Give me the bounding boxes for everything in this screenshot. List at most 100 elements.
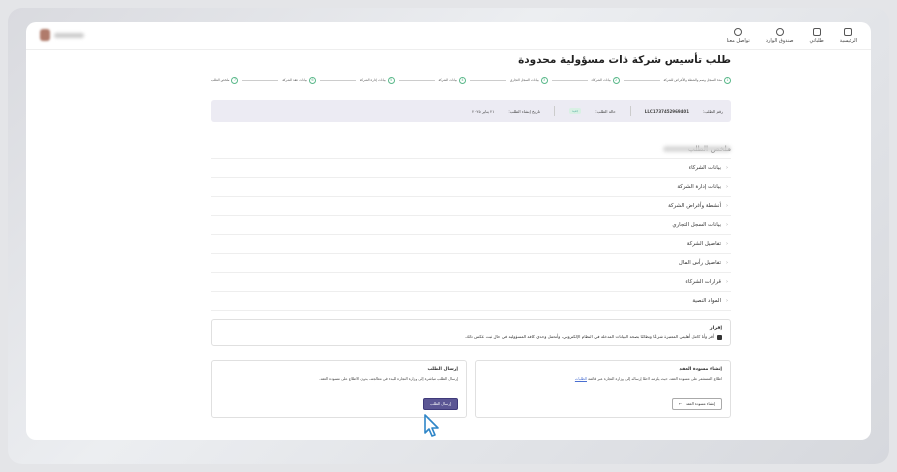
acknowledgement-title: إقرار	[709, 326, 722, 331]
top-nav: الرئيسية طلباتي صندوق الوارد تواصل معنا	[26, 22, 871, 50]
request-date: ٢١ يناير ٢٠٢٥	[472, 108, 495, 114]
acknowledgement-text: أقر وأنا كامل أهليتي المعتبرة شرعًا ونظا…	[464, 334, 714, 340]
page-title: طلب تأسيس شركة ذات مسؤولية محدودة	[518, 54, 731, 66]
accordion-label: تفاصيل الشركة	[686, 241, 721, 247]
accordion-item[interactable]: ‹ بيانات السجل التجاري	[211, 216, 731, 235]
nav-requests-label: طلباتي	[809, 37, 824, 44]
submit-card-text: إرسال الطلب مباشرة إلى وزارة التجارة للب…	[319, 377, 458, 382]
chevron-left-icon: ‹	[726, 222, 728, 228]
inbox-icon	[775, 27, 784, 36]
submit-card-title: إرسال الطلب	[427, 367, 458, 373]
divider	[554, 106, 556, 116]
action-cards: إنشاء مسودة العقد اطلاع المستثمر على مسو…	[211, 360, 731, 419]
chevron-left-icon: ‹	[726, 241, 728, 247]
home-icon	[844, 27, 853, 36]
acknowledgement-box: إقرار أقر وأنا كامل أهليتي المعتبرة شرعً…	[211, 319, 731, 347]
step-number: 6	[308, 76, 316, 84]
create-draft-button[interactable]: إنشاء مسودة العقد ←	[671, 398, 722, 411]
step-label: بيانات عقد الشركة	[282, 78, 307, 82]
chevron-left-icon: ‹	[726, 184, 728, 190]
step-4[interactable]: 4 بيانات الشركة	[438, 76, 466, 84]
divider	[629, 106, 631, 116]
accordion-label: بيانات إدارة الشركة	[677, 184, 721, 190]
accordion-label: بيانات السجل التجاري	[672, 222, 721, 228]
date-label: تاريخ إنشاء الطلب:	[508, 108, 541, 114]
user-area[interactable]	[40, 29, 84, 41]
status-label: حالة الطلب:	[595, 108, 616, 114]
accordion-item[interactable]: ‹ قرارات الشركاء	[211, 273, 731, 292]
draft-contract-card: إنشاء مسودة العقد اطلاع المستثمر على مسو…	[475, 360, 731, 419]
accordion-label: المواد النصية	[692, 298, 721, 304]
chevron-left-icon: ‹	[726, 298, 728, 304]
request-number-label: رقم الطلب:	[703, 108, 723, 114]
requests-link[interactable]: الطلبات	[575, 377, 587, 381]
step-number: 3	[540, 76, 548, 84]
nav-inbox-label: صندوق الوارد	[765, 37, 794, 44]
chat-icon	[734, 27, 743, 36]
step-connector	[551, 79, 588, 81]
step-number: 7	[231, 76, 239, 84]
accordion-item[interactable]: ‹ بيانات إدارة الشركة	[211, 178, 731, 197]
submit-request-card: إرسال الطلب إرسال الطلب مباشرة إلى وزارة…	[211, 360, 467, 419]
accordion-item[interactable]: ‹ المواد النصية	[211, 292, 731, 311]
chevron-left-icon: ‹	[726, 203, 728, 209]
chevron-left-icon: ‹	[726, 260, 728, 266]
chevron-left-icon: ‹	[726, 279, 728, 285]
step-connector	[398, 79, 435, 81]
draft-card-text: اطلاع المستثمر على مسودة العقد، حيث يلزم…	[588, 377, 722, 382]
mouse-cursor-icon	[424, 414, 439, 437]
step-number: 1	[724, 76, 731, 84]
document-icon	[812, 27, 821, 36]
blurred-username	[54, 32, 84, 38]
submit-request-button[interactable]: إرسال الطلب	[423, 398, 458, 411]
step-label: بيانات السجل التجاري	[509, 78, 539, 82]
chevron-left-icon: ‹	[726, 165, 728, 171]
accordion-label: قرارات الشركاء	[685, 279, 721, 285]
step-connector	[319, 79, 356, 81]
step-3[interactable]: 3 بيانات السجل التجاري	[509, 76, 548, 84]
summary-accordion: ‹ بيانات الشركاء ‹ بيانات إدارة الشركة ‹ أن…	[211, 158, 731, 311]
step-number: 2	[612, 76, 620, 84]
step-connector	[242, 79, 279, 81]
step-number: 4	[458, 76, 466, 84]
accordion-item[interactable]: ‹ تفاصيل الشركة	[211, 235, 731, 254]
nav-my-requests[interactable]: طلباتي	[809, 27, 824, 44]
request-info-bar: رقم الطلب: LLC1737452969401 حالة الطلب: …	[211, 100, 731, 122]
avatar	[40, 29, 50, 41]
accordion-item[interactable]: ‹ تفاصيل رأس المال	[211, 254, 731, 273]
progress-steps: 1 مدة السجل وسم والشطة والأغراض للشركة 2ب…	[211, 74, 731, 86]
step-label: مدة السجل وسم والشطة والأغراض للشركة	[663, 78, 722, 82]
accordion-label: أنشطة وأغراض الشركة	[668, 203, 721, 209]
nav-home-label: الرئيسية	[839, 37, 857, 44]
nav-contact[interactable]: تواصل معنا	[726, 27, 750, 44]
step-6[interactable]: 6 بيانات عقد الشركة	[282, 76, 316, 84]
acknowledgement-checkbox[interactable]	[717, 334, 722, 340]
nav-home[interactable]: الرئيسية	[839, 27, 857, 44]
step-2[interactable]: 2 بيانات الشركاء	[591, 76, 620, 84]
accordion-item[interactable]: ‹ بيانات الشركاء	[211, 159, 731, 178]
draft-card-title: إنشاء مسودة العقد	[679, 367, 722, 373]
step-label: ملخص الطلب	[211, 78, 230, 82]
create-draft-label: إنشاء مسودة العقد	[685, 402, 715, 407]
step-label: بيانات إدارة الشركة	[359, 78, 386, 82]
accordion-label: تفاصيل رأس المال	[678, 260, 721, 266]
step-7[interactable]: 7 ملخص الطلب	[211, 76, 239, 84]
nav-contact-label: تواصل معنا	[726, 37, 750, 44]
nav-inbox[interactable]: صندوق الوارد	[765, 27, 794, 44]
step-connector	[623, 79, 660, 81]
accordion-label: بيانات الشركاء	[688, 165, 721, 171]
app-window: الرئيسية طلباتي صندوق الوارد تواصل معنا …	[26, 22, 871, 440]
request-number: LLC1737452969401	[644, 108, 689, 114]
arrow-left-icon: ←	[678, 402, 682, 407]
step-1[interactable]: 1 مدة السجل وسم والشطة والأغراض للشركة	[663, 76, 731, 84]
step-connector	[469, 79, 506, 81]
step-5[interactable]: 5 بيانات إدارة الشركة	[359, 76, 395, 84]
step-label: بيانات الشركاء	[591, 78, 611, 82]
blurred-text	[663, 146, 731, 152]
main-content: طلب تأسيس شركة ذات مسؤولية محدودة 1 مدة ا…	[211, 54, 731, 419]
status-badge: جديد	[569, 108, 582, 114]
accordion-item[interactable]: ‹ أنشطة وأغراض الشركة	[211, 197, 731, 216]
summary-title: ملخص الطلب	[211, 144, 731, 153]
step-label: بيانات الشركة	[438, 78, 457, 82]
step-number: 5	[387, 76, 395, 84]
